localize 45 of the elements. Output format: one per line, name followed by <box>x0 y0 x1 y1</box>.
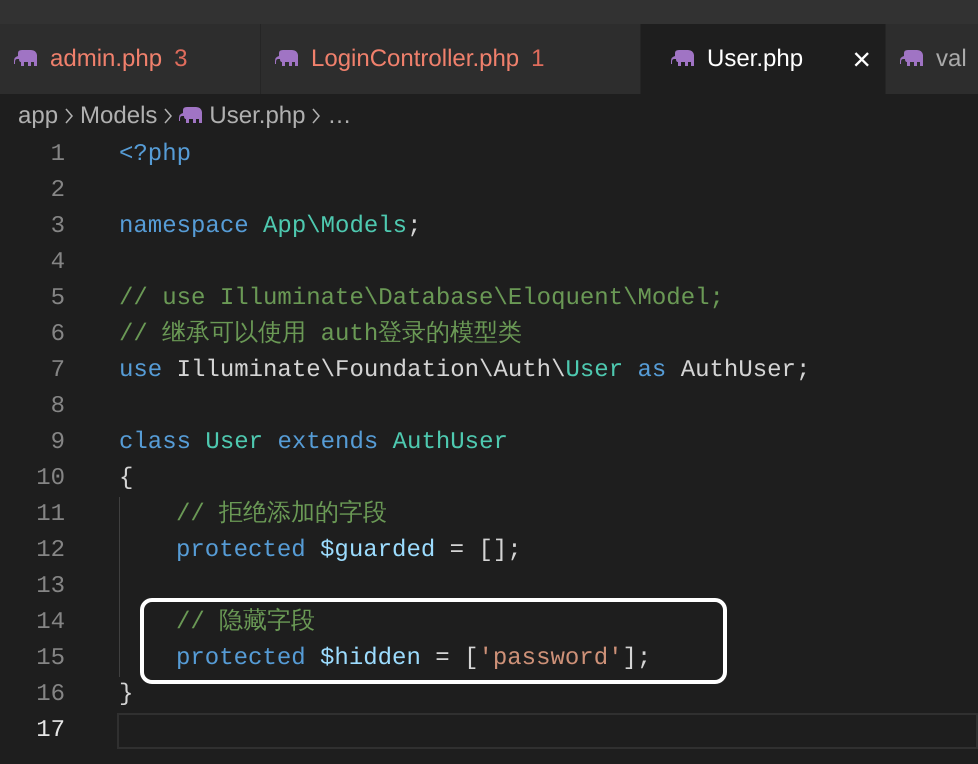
elephant-icon <box>671 50 695 68</box>
chevron-icon <box>311 106 322 124</box>
line-number: 7 <box>50 356 65 386</box>
code-line: // 拒绝添加的字段 <box>119 497 978 533</box>
code-line: <?php <box>119 140 192 170</box>
line-number: 14 <box>36 608 65 638</box>
line-number: 8 <box>50 392 65 422</box>
code-line: { <box>119 464 134 494</box>
code-line: // 隐藏字段 <box>175 606 316 638</box>
breadcrumb-item[interactable]: … <box>327 98 352 134</box>
line-number: 17 <box>36 716 65 746</box>
elephant-icon <box>275 50 299 68</box>
editor-tab[interactable]: User.php × <box>641 24 886 94</box>
line-number: 1 <box>50 140 65 170</box>
problem-count: 1 <box>531 44 545 74</box>
elephant-icon <box>900 50 924 68</box>
line-number: 6 <box>50 320 65 350</box>
line-number: 2 <box>50 176 65 206</box>
code-line: // use Illuminate\Database\Eloquent\Model; <box>119 284 725 314</box>
code-line: } <box>119 680 134 710</box>
line-number: 3 <box>50 212 65 242</box>
breadcrumb-item[interactable]: app <box>18 98 58 134</box>
line-number: 10 <box>36 464 65 494</box>
code-line: class User extends AuthUser <box>119 428 509 458</box>
line-number: 9 <box>50 428 65 458</box>
chevron-icon <box>64 106 74 124</box>
line-number: 16 <box>36 680 65 710</box>
close-button[interactable]: × <box>852 43 871 75</box>
line-number: 13 <box>36 572 65 602</box>
line-number: 4 <box>50 248 65 278</box>
code-line: namespace App\Models; <box>119 212 422 242</box>
line-number: 15 <box>36 644 65 674</box>
breadcrumb-item[interactable]: User.php <box>209 98 306 134</box>
code-line: protected $guarded = []; <box>119 533 978 569</box>
code-line: // 继承可以使用 auth登录的模型类 <box>119 319 524 350</box>
chevron-icon <box>163 106 174 124</box>
breadcrumb-item[interactable]: Models <box>80 98 158 134</box>
elephant-icon <box>14 50 38 68</box>
code-line: protected $hidden = ['password']; <box>175 644 652 674</box>
line-number: 12 <box>36 536 65 566</box>
line-number: 5 <box>50 284 65 314</box>
problem-count: 3 <box>174 44 188 74</box>
code-line: use Illuminate\Foundation\Auth\User as AuthUser; <box>119 356 812 386</box>
line-number: 11 <box>36 500 65 530</box>
elephant-icon <box>179 106 204 124</box>
